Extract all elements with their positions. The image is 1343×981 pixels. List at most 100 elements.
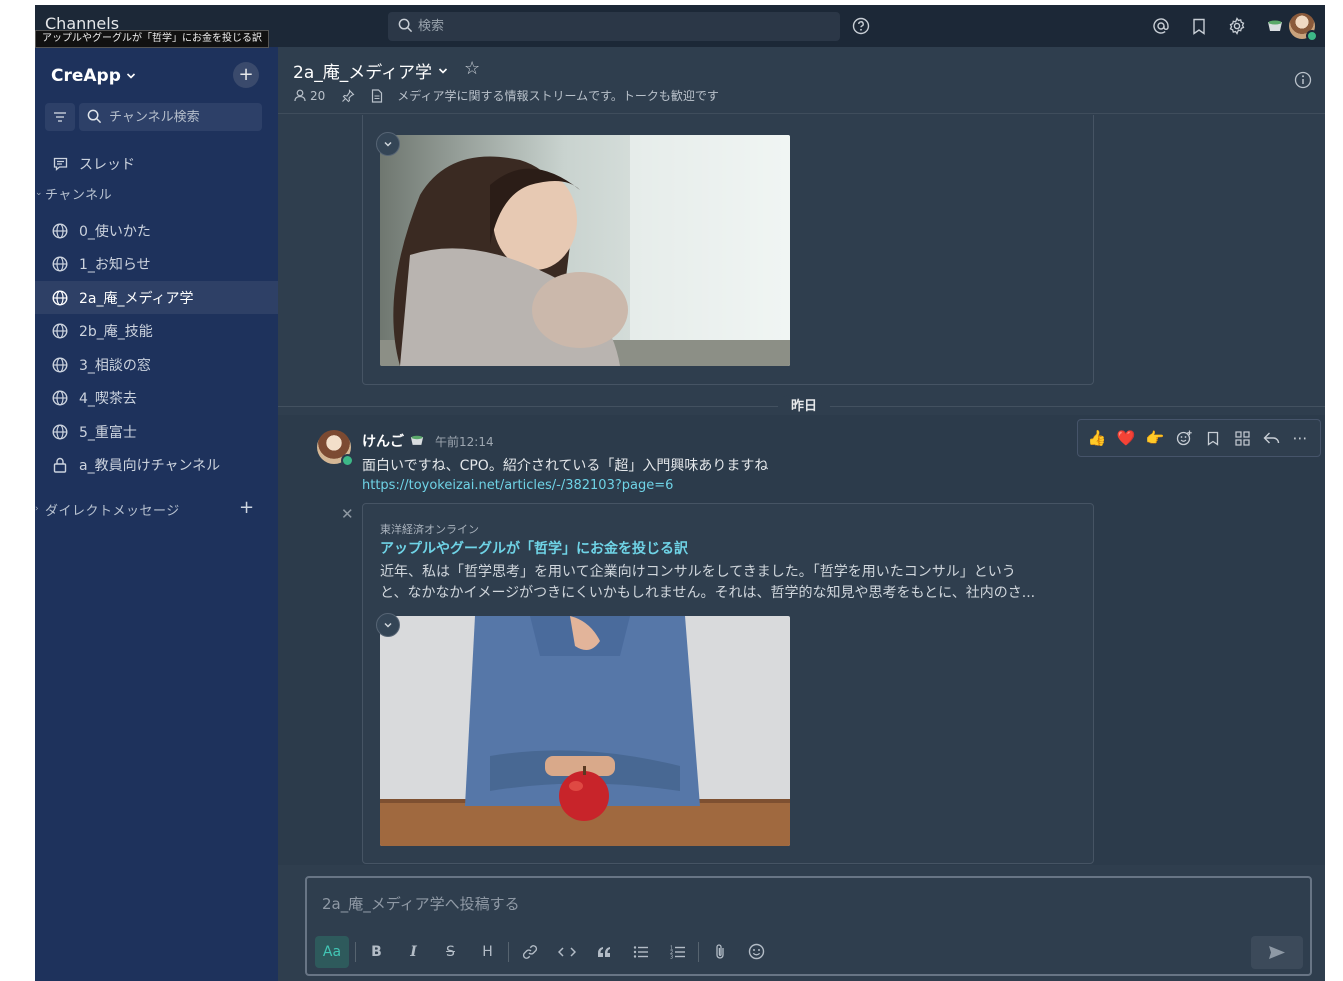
add-reaction-icon[interactable] xyxy=(1173,427,1195,449)
numbered-list-icon[interactable]: 123 xyxy=(659,936,696,968)
attachment-icon[interactable] xyxy=(701,936,738,968)
sidebar-item-label: 0_使いかた xyxy=(79,223,151,240)
global-search-input[interactable] xyxy=(418,12,818,41)
sidebar-item-5-fuji[interactable]: 5_重富士 xyxy=(35,415,278,448)
thumbs-up-icon[interactable]: 👍 xyxy=(1086,427,1108,449)
globe-icon xyxy=(51,356,69,374)
heading-button[interactable]: H xyxy=(469,936,506,968)
user-avatar[interactable] xyxy=(1289,13,1318,42)
search-icon xyxy=(398,18,413,37)
sidebar-item-label: 2b_庵_技能 xyxy=(79,323,153,340)
collapse-image-button[interactable] xyxy=(376,613,400,637)
channel-purpose: メディア学に関する情報ストリームです。トークも歓迎です xyxy=(397,89,719,103)
post-action-bar: 👍 ❤️ 👉 ⋯ xyxy=(1077,419,1321,457)
sidebar-item-teachers[interactable]: a_教員向けチャンネル xyxy=(35,448,278,481)
toggle-formatting-button[interactable]: Aa xyxy=(315,935,349,968)
channel-name-menu[interactable]: 2a_庵_メディア学 xyxy=(293,58,448,83)
globe-icon xyxy=(51,423,69,441)
tea-icon xyxy=(1268,20,1282,31)
embed-card-previous xyxy=(362,115,1094,385)
og-site-name: 東洋経済オンライン xyxy=(380,523,479,536)
post-text: 面白いですね、CPO。紹介されている「超」入門興味ありますね xyxy=(362,458,769,474)
sidebar-item-label: 3_相談の窓 xyxy=(79,357,151,374)
online-status-icon xyxy=(1306,30,1318,42)
channel-search[interactable] xyxy=(79,103,262,131)
sidebar-item-2b-skills[interactable]: 2b_庵_技能 xyxy=(35,314,278,347)
post-author-name[interactable]: けんご xyxy=(362,431,404,451)
team-menu[interactable]: CreApp xyxy=(51,66,136,86)
channel-name: 2a_庵_メディア学 xyxy=(293,63,433,83)
pin-icon[interactable] xyxy=(341,88,355,103)
filter-icon xyxy=(54,112,66,122)
post-input[interactable] xyxy=(322,893,1222,915)
strikethrough-button[interactable]: S xyxy=(432,936,469,968)
italic-button[interactable]: I xyxy=(395,936,432,968)
channel-header: 2a_庵_メディア学 ☆ 20 メディア学に関する情報ストリームです。トークも歓… xyxy=(278,47,1325,114)
og-title-link[interactable]: アップルやグーグルが「哲学」にお金を投じる訳 xyxy=(380,538,688,558)
reply-icon[interactable] xyxy=(1260,427,1282,449)
sidebar-item-4-cafe[interactable]: 4_喫茶去 xyxy=(35,381,278,414)
bold-button[interactable]: B xyxy=(358,936,395,968)
info-icon[interactable] xyxy=(1294,71,1312,89)
heart-icon[interactable]: ❤️ xyxy=(1115,427,1137,449)
sidebar-item-0-usage[interactable]: 0_使いかた xyxy=(35,214,278,247)
send-icon xyxy=(1269,946,1285,959)
link-icon[interactable] xyxy=(511,936,548,968)
chevron-down-icon xyxy=(384,141,392,147)
sidebar-item-2a-media[interactable]: 2a_庵_メディア学 xyxy=(35,281,278,314)
sidebar-item-label: 1_お知らせ xyxy=(79,256,151,273)
og-description-line: 近年、私は「哲学思考」を用いて企業向けコンサルをしてきました。「哲学を用いたコン… xyxy=(380,564,1016,580)
chevron-right-icon: › xyxy=(35,504,40,514)
code-icon[interactable] xyxy=(548,936,585,968)
message-composer: Aa B I S H 123 xyxy=(305,876,1312,976)
apps-icon[interactable] xyxy=(1231,427,1253,449)
save-icon[interactable] xyxy=(1202,427,1224,449)
sidebar-item-label: a_教員向けチャンネル xyxy=(79,457,221,474)
post-author-avatar[interactable] xyxy=(317,430,354,467)
pointing-hand-icon[interactable]: 👉 xyxy=(1144,427,1166,449)
svg-text:3: 3 xyxy=(670,954,673,959)
sidebar: CreApp + スレッド ⌄ チャンネル 0_使いかた xyxy=(35,47,278,981)
more-icon[interactable]: ⋯ xyxy=(1289,427,1311,449)
section-label: チャンネル xyxy=(45,187,113,203)
settings-icon[interactable] xyxy=(1226,15,1248,37)
post-time[interactable]: 午前12:14 xyxy=(435,433,494,450)
sidebar-item-label: 5_重富士 xyxy=(79,424,137,441)
file-icon[interactable] xyxy=(371,88,383,103)
add-dm-button[interactable]: + xyxy=(239,497,254,518)
threads-icon xyxy=(51,155,69,173)
saved-icon[interactable] xyxy=(1188,15,1210,37)
tea-icon xyxy=(410,435,424,445)
message-list[interactable]: 昨日 けんご 午前12:14 面白いですね、CPO。紹介されている「超」入門興味… xyxy=(278,115,1325,865)
chevron-down-icon xyxy=(126,73,135,79)
collapse-image-button[interactable] xyxy=(376,132,400,156)
sidebar-item-1-news[interactable]: 1_お知らせ xyxy=(35,247,278,280)
sidebar-item-label: スレッド xyxy=(79,156,135,173)
send-button[interactable] xyxy=(1251,936,1303,969)
globe-icon xyxy=(51,222,69,240)
add-channel-button[interactable]: + xyxy=(233,62,259,88)
filter-button[interactable] xyxy=(45,103,75,131)
bullet-list-icon[interactable] xyxy=(622,936,659,968)
sidebar-item-3-consult[interactable]: 3_相談の窓 xyxy=(35,348,278,381)
emoji-icon[interactable] xyxy=(738,936,775,968)
channels-section-header[interactable]: ⌄ チャンネル xyxy=(35,181,278,205)
quote-icon[interactable] xyxy=(585,936,622,968)
help-icon[interactable] xyxy=(850,15,872,37)
embed-image-woman[interactable] xyxy=(380,135,790,366)
close-icon[interactable]: ✕ xyxy=(341,505,354,523)
search-icon xyxy=(87,109,102,128)
channel-search-input[interactable] xyxy=(109,103,259,131)
embed-image-apple[interactable] xyxy=(380,616,790,846)
member-count: 20 xyxy=(310,88,326,103)
star-icon[interactable]: ☆ xyxy=(464,58,480,79)
globe-icon xyxy=(51,289,69,307)
globe-icon xyxy=(51,255,69,273)
post-link[interactable]: https://toyokeizai.net/articles/-/382103… xyxy=(362,478,673,493)
at-mention-icon[interactable] xyxy=(1150,15,1172,37)
member-count-button[interactable]: 20 xyxy=(294,89,325,103)
tab-tooltip: アップルやグーグルが「哲学」にお金を投じる訳 xyxy=(35,30,269,48)
og-description-line: と、なかなかイメージがつきにくいかもしれません。それは、哲学的な知見や思考をもと… xyxy=(380,585,1036,601)
global-search[interactable] xyxy=(388,12,840,41)
sidebar-item-threads[interactable]: スレッド xyxy=(35,147,278,180)
